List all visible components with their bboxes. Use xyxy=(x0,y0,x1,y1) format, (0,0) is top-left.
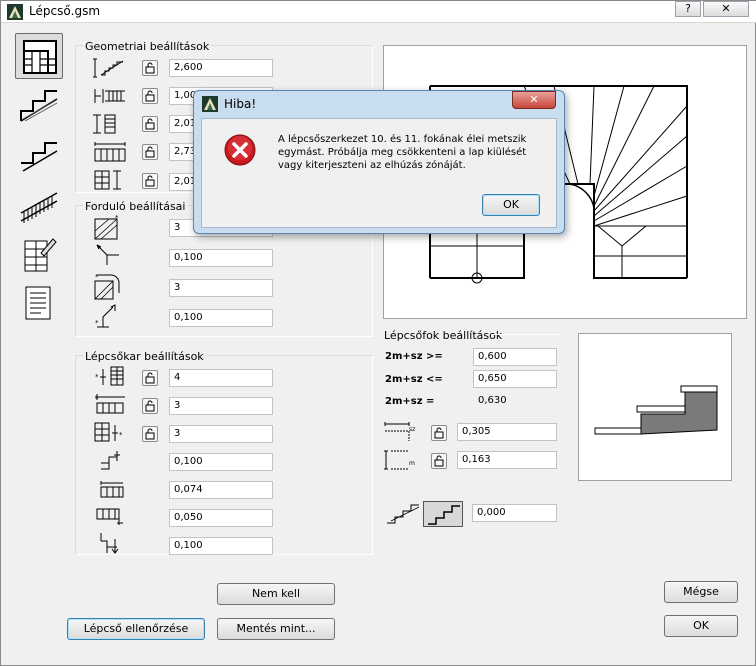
landing-offset-icon xyxy=(96,244,119,265)
tab-stair-plan[interactable] xyxy=(15,33,63,79)
stair-plan-icon xyxy=(23,40,57,74)
help-button[interactable]: ? xyxy=(675,1,701,17)
lock-toggle[interactable] xyxy=(142,398,158,414)
flight-field-5[interactable]: 0,074 xyxy=(169,481,273,499)
close-icon: ✕ xyxy=(529,93,539,106)
cancel-button[interactable]: Mégse xyxy=(664,581,738,603)
lock-toggle[interactable] xyxy=(142,116,158,132)
offset-stair-icon xyxy=(94,170,121,190)
nosing-field[interactable]: 0,000 xyxy=(472,504,557,522)
flight-thickness-icon xyxy=(101,451,120,470)
error-icon xyxy=(224,134,256,166)
window-title: Lépcső.gsm xyxy=(29,4,101,18)
flight-field-6[interactable]: 0,050 xyxy=(169,509,273,527)
geometry-header: Geometriai beállítások xyxy=(83,40,212,53)
error-dialog-close-button[interactable]: ✕ xyxy=(512,91,556,109)
flight-steps-icon: * xyxy=(95,366,124,386)
lock-toggle[interactable] xyxy=(142,60,158,76)
result-value: 0,630 xyxy=(478,395,507,406)
document-list-icon[interactable] xyxy=(23,285,55,323)
error-message: A lépcsőszerkezet 10. és 11. fokának éle… xyxy=(278,134,527,171)
help-icon: ? xyxy=(685,2,691,15)
landing-winder-icon: * xyxy=(94,273,120,300)
flight-header: Lépcsőkar beállítások xyxy=(83,350,206,363)
stair-railing-icon[interactable] xyxy=(19,183,59,225)
height-stair-icon xyxy=(93,58,124,78)
main-window: Lépcső.gsm ? ✕ Geometriai beállítások 2,… xyxy=(0,0,756,666)
rule1-label: 2m+sz >= xyxy=(385,351,443,362)
lock-toggle[interactable] xyxy=(431,453,447,469)
steps-header-separator xyxy=(491,334,561,335)
error-dialog-title: Hiba! xyxy=(224,97,257,111)
landing-field-2[interactable]: 0,100 xyxy=(169,249,273,267)
stair-steps-icon[interactable] xyxy=(19,131,59,175)
flight-field-2[interactable]: 3 xyxy=(169,397,273,415)
check-stair-button[interactable]: Lépcső ellenőrzése xyxy=(67,618,205,640)
svg-text:*: * xyxy=(95,273,99,281)
lock-toggle[interactable] xyxy=(142,370,158,386)
flight-field-3[interactable]: 3 xyxy=(169,425,273,443)
window-close-button[interactable]: ✕ xyxy=(703,1,749,17)
stair-edit-icon[interactable] xyxy=(21,235,57,275)
landing-gap-icon: * xyxy=(95,304,116,328)
geometry-field-1[interactable]: 2,600 xyxy=(169,59,273,77)
error-dialog-body: A lépcsőszerkezet 10. és 11. fokának éle… xyxy=(201,118,557,228)
nosing-stepped-toggle[interactable] xyxy=(423,501,463,527)
archicad-app-icon xyxy=(7,4,23,20)
archicad-app-icon xyxy=(202,96,218,112)
depth-stair-icon xyxy=(93,114,116,134)
flight-field-1[interactable]: 4 xyxy=(169,369,273,387)
flight-field-7[interactable]: 0,100 xyxy=(169,537,273,555)
landing-header: Forduló beállításai xyxy=(83,200,188,213)
width-stair-icon xyxy=(94,89,125,103)
close-icon: ✕ xyxy=(721,2,731,15)
flight-bottom-icon xyxy=(100,533,119,554)
svg-text:*: * xyxy=(95,395,99,403)
tread-depth-icon: sz xyxy=(384,422,415,441)
svg-text:*: * xyxy=(95,373,99,381)
svg-text:*: * xyxy=(119,431,123,439)
stair-section-icon[interactable] xyxy=(19,83,59,123)
ok-button[interactable]: OK xyxy=(664,615,738,637)
lock-toggle[interactable] xyxy=(142,144,158,160)
landing-field-3[interactable]: 3 xyxy=(169,279,273,297)
nem-kell-button[interactable]: Nem kell xyxy=(217,583,335,605)
flight-nosing-icon xyxy=(100,481,124,498)
svg-text:*: * xyxy=(115,214,119,222)
tread-depth-field[interactable]: 0,305 xyxy=(457,423,557,441)
rule2-field[interactable]: 0,650 xyxy=(473,370,557,388)
title-bar: Lépcső.gsm ? ✕ xyxy=(1,1,756,23)
svg-text:*: * xyxy=(95,319,99,327)
result-label: 2m+sz = xyxy=(385,396,435,407)
landing-count-icon: * xyxy=(94,214,119,240)
lock-toggle[interactable] xyxy=(142,173,158,189)
lock-toggle[interactable] xyxy=(142,426,158,442)
nosing-flat-icon[interactable] xyxy=(385,503,421,527)
lock-toggle[interactable] xyxy=(142,88,158,104)
landing-field-4[interactable]: 0,100 xyxy=(169,309,273,327)
step-profile-drawing xyxy=(594,385,718,435)
rule1-field[interactable]: 0,600 xyxy=(473,348,557,366)
save-as-button[interactable]: Mentés mint... xyxy=(217,618,335,640)
nosing-stepped-icon xyxy=(428,505,460,525)
flight-landing-steps-icon: * xyxy=(94,422,123,442)
svg-text:sz: sz xyxy=(409,426,415,433)
error-ok-button[interactable]: OK xyxy=(482,194,540,216)
lock-toggle[interactable] xyxy=(431,425,447,441)
length-stair-icon xyxy=(94,142,126,162)
step-profile-preview xyxy=(578,333,732,481)
riser-height-field[interactable]: 0,163 xyxy=(457,451,557,469)
steps-header: Lépcsőfok beállítások xyxy=(384,329,503,342)
flight-treads-icon: * xyxy=(95,394,125,414)
svg-text:m: m xyxy=(409,460,415,467)
riser-height-icon: m xyxy=(384,450,415,470)
error-dialog: Hiba! ✕ A lépcsőszerkezet 10. és 11. fok… xyxy=(193,90,565,234)
rule2-label: 2m+sz <= xyxy=(385,374,443,385)
flight-field-4[interactable]: 0,100 xyxy=(169,453,273,471)
flight-overlap-icon xyxy=(96,508,123,525)
